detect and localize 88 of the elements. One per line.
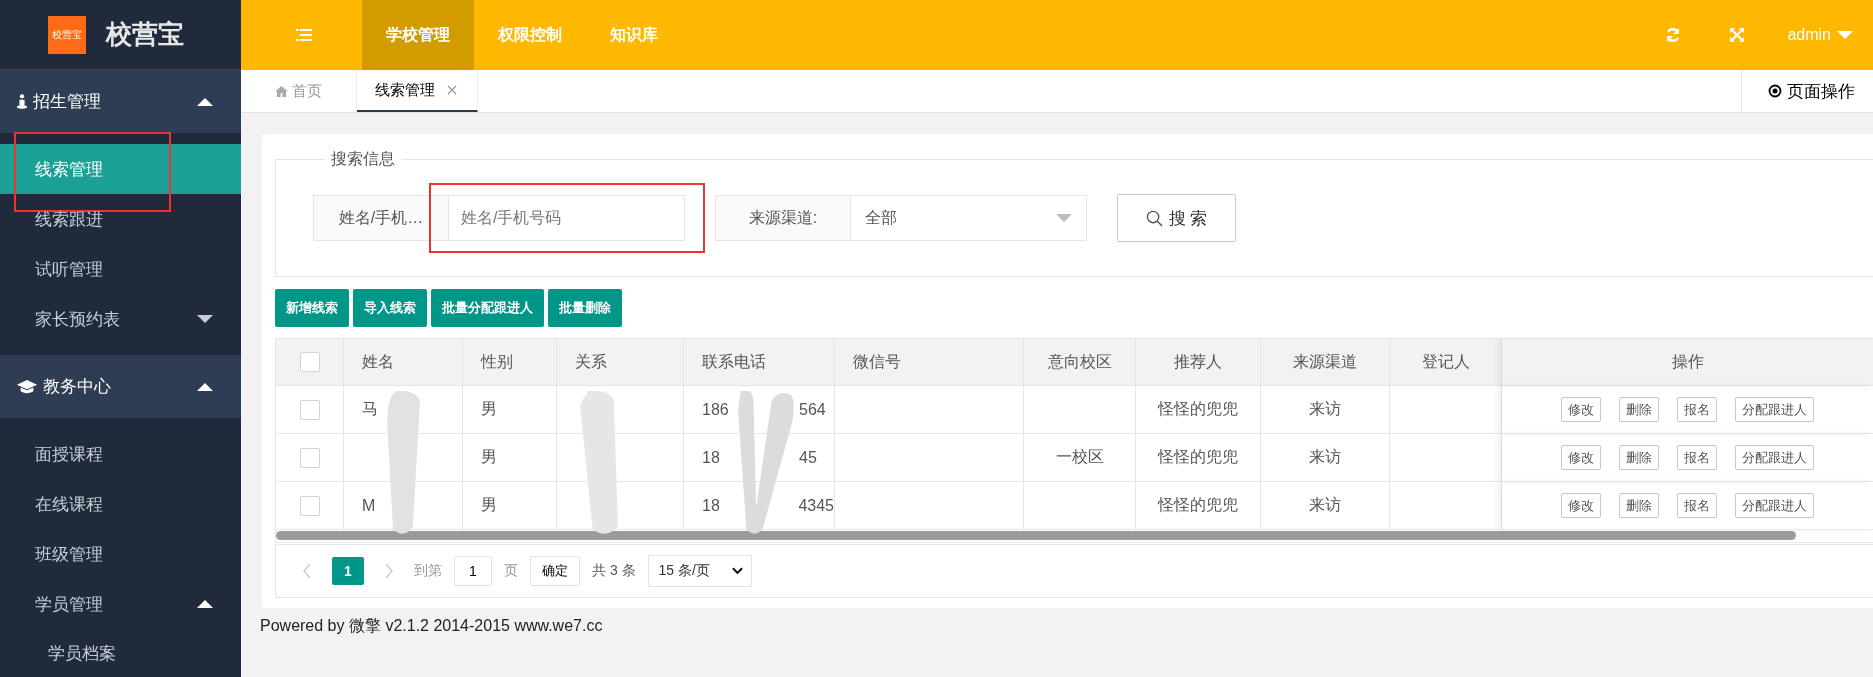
- page-number[interactable]: 1: [332, 557, 364, 585]
- table-cell: 怪怪的兜兜: [1136, 434, 1261, 482]
- table-cell: 45: [799, 448, 817, 467]
- column-header: 性别: [463, 339, 557, 386]
- row-action-button[interactable]: 报名: [1677, 493, 1717, 518]
- column-header: 意向校区: [1024, 339, 1136, 386]
- row-action-button[interactable]: 分配跟进人: [1735, 445, 1814, 470]
- column-header: 推荐人: [1136, 339, 1261, 386]
- row-action-button[interactable]: 删除: [1619, 445, 1659, 470]
- row-action-button[interactable]: 分配跟进人: [1735, 493, 1814, 518]
- table-cell: 186: [702, 400, 729, 418]
- menu-icon[interactable]: [296, 29, 312, 41]
- table-cell: 怪怪的兜兜: [1136, 386, 1261, 434]
- previous-page-icon[interactable]: [302, 563, 312, 579]
- row-action-button[interactable]: 报名: [1677, 397, 1717, 422]
- sidebar-group[interactable]: 招生管理: [0, 70, 241, 133]
- table-cell: 18: [702, 448, 720, 466]
- app-title: 校营宝: [106, 18, 184, 51]
- action-button[interactable]: 批量分配跟进人: [431, 289, 544, 327]
- table-cell: 来访: [1261, 482, 1390, 530]
- column-header: 来源渠道: [1261, 339, 1390, 386]
- person-icon: [16, 93, 28, 110]
- caret-icon: [197, 382, 213, 391]
- caret-icon: [197, 97, 213, 106]
- row-action-button[interactable]: 报名: [1677, 445, 1717, 470]
- fieldset-legend: 搜索信息: [325, 149, 401, 170]
- column-header: 微信号: [835, 339, 1024, 386]
- field-label: 姓名/手机…: [313, 195, 449, 241]
- pager-label: 到第: [414, 562, 442, 580]
- checkbox[interactable]: [299, 399, 320, 420]
- page-actions-button[interactable]: 页面操作: [1741, 70, 1873, 112]
- table-cell: 564: [799, 400, 826, 419]
- sidebar-group[interactable]: 教务中心: [0, 355, 241, 418]
- action-button[interactable]: 导入线索: [353, 289, 427, 327]
- home-icon: [275, 85, 288, 97]
- sidebar-item[interactable]: 试听管理: [0, 244, 241, 294]
- row-action-button[interactable]: 修改: [1561, 493, 1601, 518]
- page-size-select[interactable]: 15 条/页: [647, 555, 752, 587]
- search-field[interactable]: 姓名/手机号码: [449, 195, 685, 241]
- next-page-icon[interactable]: [384, 563, 394, 579]
- confirm-button[interactable]: 确定: [530, 556, 580, 586]
- row-action-button[interactable]: 删除: [1619, 493, 1659, 518]
- checkbox[interactable]: [299, 352, 320, 372]
- table-cell: 来访: [1261, 386, 1390, 434]
- refresh-icon[interactable]: [1665, 27, 1682, 43]
- fullscreen-icon[interactable]: [1729, 27, 1746, 43]
- page-input[interactable]: 1: [454, 556, 492, 586]
- close-icon[interactable]: [447, 85, 457, 95]
- logo-badge: 校营宝: [48, 15, 86, 54]
- table-cell: 怪怪的兜兜: [1136, 482, 1261, 530]
- sidebar-item[interactable]: 学员档案: [0, 629, 241, 677]
- row-action-button[interactable]: 分配跟进人: [1735, 397, 1814, 422]
- table-cell: 男: [463, 434, 557, 482]
- sidebar-item[interactable]: 班级管理: [0, 529, 241, 579]
- sidebar-item[interactable]: 面授课程: [0, 429, 241, 479]
- table-cell: 18: [702, 496, 720, 514]
- column-header: 联系电话: [684, 339, 835, 386]
- column-header: 登记人: [1390, 339, 1502, 386]
- target-icon: [1768, 84, 1782, 98]
- column-header: 姓名: [344, 339, 463, 386]
- graduation-cap-icon: [16, 379, 38, 394]
- table-cell: 一校区: [1024, 434, 1136, 482]
- row-action-button[interactable]: 修改: [1561, 445, 1601, 470]
- column-header: 操作: [1502, 339, 1873, 386]
- row-action-button[interactable]: 删除: [1619, 397, 1659, 422]
- field-label: 来源渠道:: [715, 195, 851, 241]
- row-action-button[interactable]: 修改: [1561, 397, 1601, 422]
- source-select[interactable]: 全部: [851, 195, 1087, 241]
- chevron-down-icon: [731, 567, 743, 575]
- sidebar-item[interactable]: 线索跟进: [0, 194, 241, 244]
- pager-label: 页: [504, 562, 518, 580]
- search-button[interactable]: 搜 索: [1117, 194, 1236, 242]
- search-icon: [1145, 209, 1163, 227]
- action-button[interactable]: 批量删除: [548, 289, 622, 327]
- checkbox[interactable]: [299, 447, 320, 468]
- sidebar-item[interactable]: 在线课程: [0, 479, 241, 529]
- footer-text: Powered by 微擎 v2.1.2 2014-2015 www.we7.cc: [260, 616, 604, 636]
- column-header: 关系: [557, 339, 684, 386]
- action-button[interactable]: 新增线索: [275, 289, 349, 327]
- scrollbar-thumb[interactable]: [276, 531, 1796, 540]
- total-count: 共 3 条: [592, 562, 636, 580]
- checkbox[interactable]: [299, 495, 320, 516]
- table-cell: 男: [463, 386, 557, 434]
- table-cell: 男: [463, 482, 557, 530]
- sidebar-item[interactable]: 学员管理: [0, 579, 241, 629]
- table-cell: 来访: [1261, 434, 1390, 482]
- sidebar-item[interactable]: 家长预约表: [0, 294, 241, 344]
- table-cell: 4345: [798, 496, 834, 515]
